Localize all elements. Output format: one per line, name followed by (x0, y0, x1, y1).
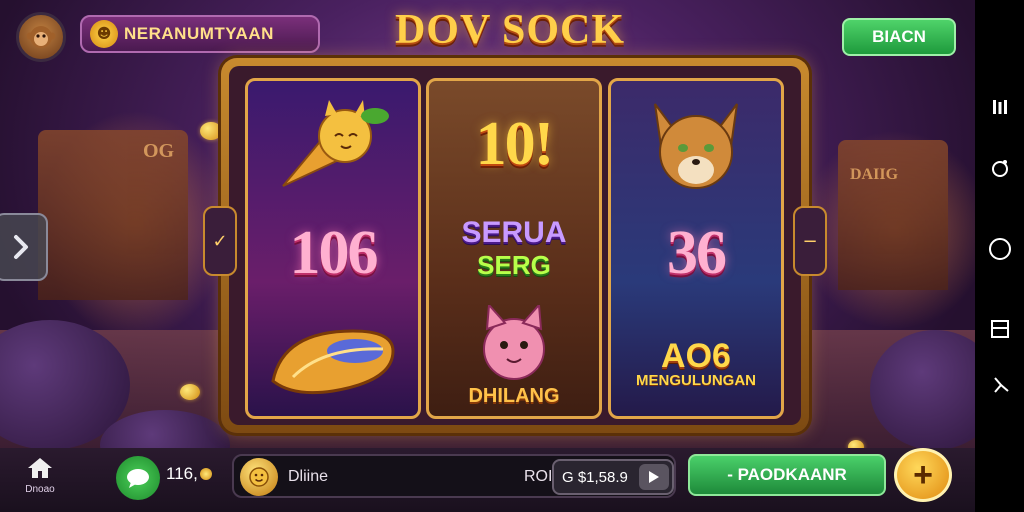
player-avatar[interactable] (16, 12, 66, 62)
square-overview-icon[interactable] (987, 316, 1013, 342)
serua-word: SERUA (461, 216, 567, 249)
reel-2-top-number: 10! (475, 109, 555, 178)
chevron-right-icon (14, 235, 28, 259)
bet-value-field[interactable]: G $1,58.9 (552, 459, 674, 495)
bottom-control-bar: Dnoao 116, Dliine ROI G $1,58.9 - PAODKA… (0, 448, 975, 512)
coin-sparkle-icon (199, 468, 212, 480)
reel-3-number-symbol: 36 (611, 213, 781, 293)
chat-bubble-icon (127, 469, 149, 488)
bet-label: Dliine (288, 468, 329, 485)
game-title-logo: DOV SOCK (394, 7, 626, 53)
play-icon (649, 471, 659, 483)
bet-panel: Dliine ROI G $1,58.9 (232, 454, 676, 498)
player-name-plate[interactable]: ☻ NERANUMTYAAN (80, 15, 320, 53)
credits-display: 116, (166, 464, 212, 484)
check-mark-icon: ✓ (212, 230, 228, 252)
home-circle-icon[interactable] (987, 236, 1013, 262)
coin-face-icon (249, 467, 269, 487)
home-label: Dnoao (25, 484, 55, 495)
coin-face-icon: ☻ (90, 20, 118, 48)
reel-3-number: 36 (667, 218, 727, 287)
fox-symbol (611, 91, 781, 201)
mengulungan-word: MENGULUNGAN (636, 371, 756, 389)
monkey-avatar-icon (26, 26, 56, 48)
reel-3: 36 AO6 MENGULUNGAN (608, 78, 784, 419)
serua-badge-symbol: SERUA SERG (429, 209, 599, 289)
pink-cat-symbol: DHILANG (429, 299, 599, 414)
coin-decoration (200, 122, 222, 140)
previous-arrow-button[interactable] (0, 213, 48, 281)
reel-1-number: 106 (289, 218, 379, 287)
top-action-button[interactable]: BIACN (842, 18, 956, 56)
golden-slipper-icon (271, 329, 395, 395)
ao6-badge-symbol: AO6 MENGULUNGAN (611, 319, 781, 409)
home-hut-icon (28, 458, 52, 478)
left-hut-sign: OG (143, 140, 175, 162)
golden-cat-symbol-icon (282, 100, 389, 187)
reel-2-top-symbol: 10! (429, 99, 599, 189)
reel-2: 10! SERUA SERG DHILANG (426, 78, 602, 419)
camera-icon[interactable] (987, 155, 1013, 181)
slot-reel-frame: 106 10! SERUA SERG DHILANG 36 AO6 MENGUL… (221, 58, 809, 433)
back-arrow-icon[interactable] (987, 372, 1013, 398)
minus-icon: − (802, 230, 818, 252)
golden-slipper-symbol (248, 306, 418, 406)
recent-apps-icon[interactable] (987, 94, 1013, 120)
coin-decoration (180, 384, 200, 400)
player-name-text: NERANUMTYAAN (124, 24, 274, 43)
bet-prefix: ROI (524, 468, 553, 485)
right-reel-tab[interactable]: − (793, 206, 827, 276)
home-button[interactable]: Dnoao (18, 456, 62, 502)
pink-cat-icon (483, 305, 545, 380)
cat-cone-symbol (248, 91, 418, 201)
slot-reel-area: 106 10! SERUA SERG DHILANG 36 AO6 MENGUL… (229, 66, 801, 425)
reel-1: 106 (245, 78, 421, 419)
credits-value: 116, (166, 464, 198, 483)
ao6-code: AO6 (661, 336, 731, 375)
bet-value-text: G $1,58.9 (562, 468, 628, 486)
chat-button[interactable] (116, 456, 160, 500)
fox-icon (654, 103, 738, 189)
dhilang-word: DHILANG (468, 385, 560, 407)
left-hut: OG (38, 130, 188, 300)
left-reel-tab[interactable]: ✓ (203, 206, 237, 276)
spin-action-button[interactable]: - PAODKAANR (688, 454, 886, 496)
right-hut-sign: DAIIG (850, 166, 899, 183)
serg-word: SERG (477, 250, 551, 280)
bet-coin-icon (240, 458, 278, 496)
reel-1-number-symbol: 106 (248, 213, 418, 293)
right-hut: DAIIG (838, 140, 948, 290)
bet-play-button[interactable] (639, 464, 669, 490)
add-bet-button[interactable]: + (894, 448, 952, 502)
system-navigation-bar (975, 0, 1024, 512)
